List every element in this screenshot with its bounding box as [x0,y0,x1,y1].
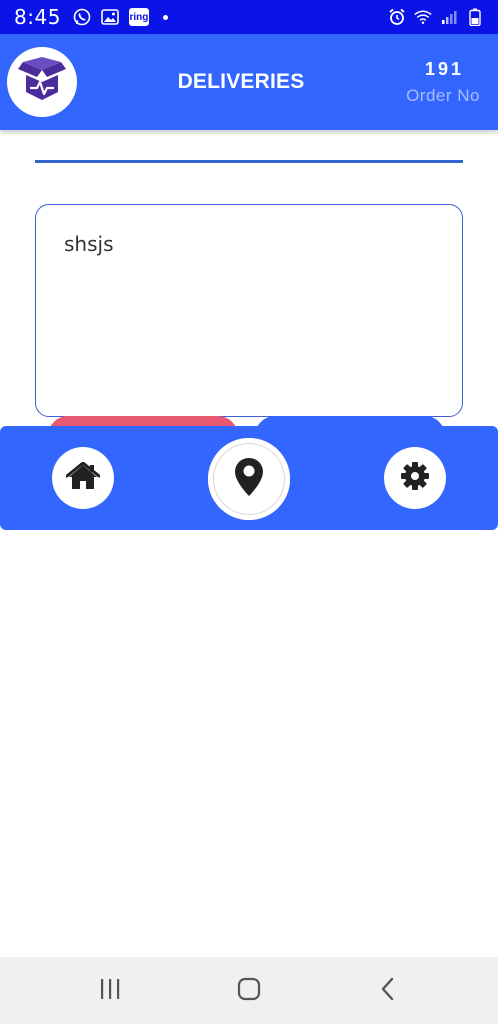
order-number-label: Order No [406,86,480,105]
status-notification-icons: ring [73,8,168,26]
recent-apps-button[interactable] [96,978,124,1005]
notes-textarea-value: shsjs [64,232,114,256]
gear-icon [400,461,430,496]
status-time: 8:45 [14,5,61,29]
nav-home-button[interactable] [52,447,114,509]
nav-settings-button[interactable] [384,447,446,509]
wifi-icon [414,8,432,26]
nav-location-button[interactable] [208,438,290,520]
gallery-icon [101,8,119,26]
chevron-left-icon [378,977,398,1006]
status-bar: 8:45 ring [0,0,498,34]
order-number: 191 [424,59,464,79]
notes-textarea[interactable]: shsjs [35,204,463,417]
battery-icon [466,8,484,26]
map-pin-icon [234,457,264,502]
status-system-icons [388,8,484,26]
app-header: DELIVERIES 191 Order No [0,34,498,130]
recent-apps-icon [98,978,122,1005]
alarm-icon [388,8,406,26]
system-back-button[interactable] [374,977,402,1006]
system-home-button[interactable] [235,977,263,1006]
input-underline[interactable] [35,160,463,163]
whatsapp-icon [73,8,91,26]
home-square-icon [237,977,261,1006]
signal-icon [440,8,458,26]
system-navigation-bar [0,957,498,1024]
bottom-navigation [0,426,498,530]
app-screen: 8:45 ring DELIVERIES 191 Order No shsjs [0,0,498,1024]
more-notifications-dot [162,14,168,20]
ring-app-icon: ring [128,8,149,26]
home-icon [65,461,101,495]
